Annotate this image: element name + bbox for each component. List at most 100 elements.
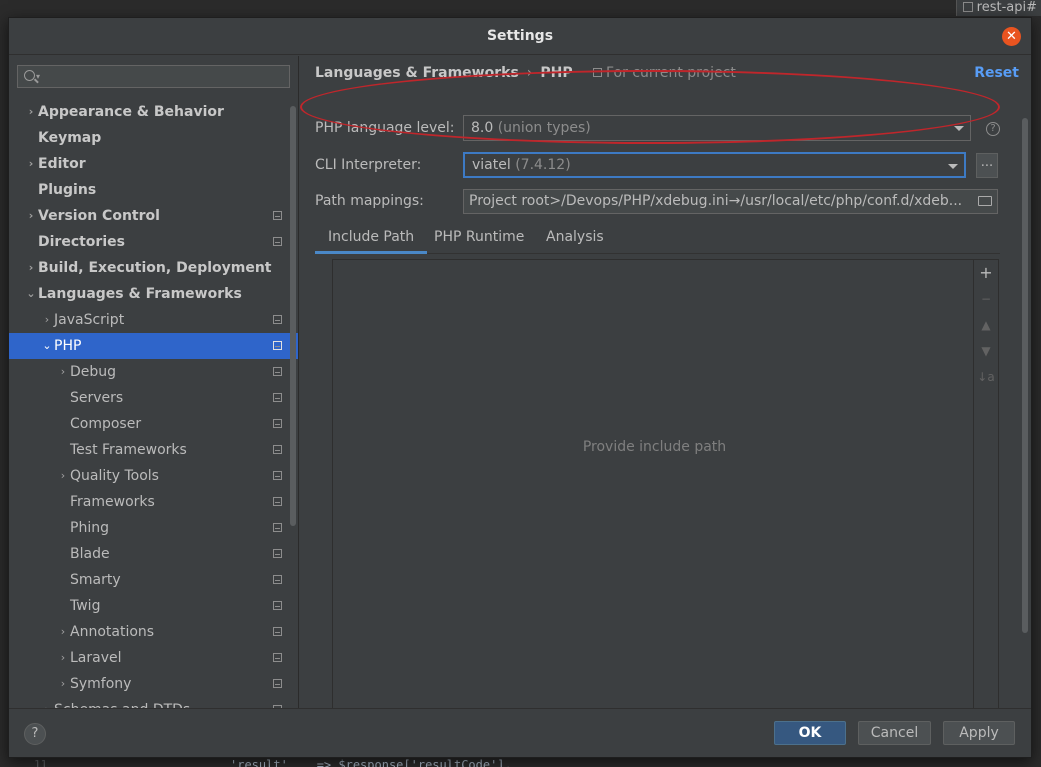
sidebar-item-build-execution-deployment[interactable]: › Build, Execution, Deployment [9, 255, 298, 281]
ok-button[interactable]: OK [774, 721, 846, 745]
chevron-right-icon[interactable]: › [58, 463, 68, 489]
sidebar-item-keymap[interactable]: Keymap [9, 125, 298, 151]
project-scope-icon [273, 419, 282, 428]
project-scope-icon [273, 601, 282, 610]
chevron-right-icon[interactable]: › [26, 203, 36, 229]
settings-tabs: Include Path PHP Runtime Analysis [315, 224, 1000, 254]
settings-sidebar: ▾ › Appearance & Behavior Keymap › Editor Plu… [9, 56, 299, 708]
sidebar-item-label: Smarty [70, 572, 121, 588]
folder-icon[interactable] [978, 196, 992, 206]
sidebar-item-debug[interactable]: › Debug [9, 359, 298, 385]
editor-tab[interactable]: rest-api# [955, 0, 1041, 16]
sidebar-item-languages-frameworks[interactable]: ⌄ Languages & Frameworks [9, 281, 298, 307]
dialog-title: Settings [486, 28, 554, 44]
breadcrumb-item: PHP [540, 65, 573, 81]
help-button[interactable]: ? [24, 723, 46, 745]
scope-note: For current project [593, 65, 736, 81]
sidebar-item-label: Twig [70, 598, 101, 614]
project-scope-icon [273, 523, 282, 532]
sidebar-item-smarty[interactable]: Smarty [9, 567, 298, 593]
sidebar-item-schemas-and-dtds[interactable]: ›Schemas and DTDs [9, 697, 298, 708]
sidebar-item-directories[interactable]: Directories [9, 229, 298, 255]
sidebar-item-label: Build, Execution, Deployment [38, 260, 272, 276]
sidebar-item-php[interactable]: ⌄ PHP [9, 333, 298, 359]
list-toolbar: + − ▲ ▼ ↓a [973, 260, 998, 728]
sidebar-item-label: Editor [38, 156, 86, 172]
cli-interpreter-more-button[interactable]: ... [976, 153, 998, 178]
chevron-down-icon [954, 126, 964, 131]
chevron-right-icon[interactable]: › [58, 671, 68, 697]
sidebar-item-version-control[interactable]: › Version Control [9, 203, 298, 229]
tab-php-runtime[interactable]: PHP Runtime [421, 224, 537, 254]
php-language-level-select[interactable]: 8.0 (union types) [463, 115, 971, 141]
reset-link[interactable]: Reset [974, 65, 1019, 81]
code-line: 'result' => $response['resultCode'], [230, 758, 512, 767]
sidebar-item-label: Laravel [70, 650, 122, 666]
sidebar-item-twig[interactable]: Twig [9, 593, 298, 619]
sidebar-item-quality-tools[interactable]: › Quality Tools [9, 463, 298, 489]
php-language-level-label: PHP language level: [315, 120, 455, 136]
help-icon[interactable]: ? [986, 122, 1000, 136]
sidebar-item-javascript[interactable]: › JavaScript [9, 307, 298, 333]
chevron-right-icon[interactable]: › [26, 151, 36, 177]
path-mappings-field[interactable]: Project root>/Devops/PHP/xdebug.ini→/usr… [463, 189, 998, 214]
close-button[interactable]: ✕ [1002, 27, 1021, 46]
move-down-icon[interactable]: ▼ [974, 340, 998, 362]
sidebar-item-phing[interactable]: Phing [9, 515, 298, 541]
chevron-down-icon[interactable]: ⌄ [42, 333, 52, 359]
sidebar-item-blade[interactable]: Blade [9, 541, 298, 567]
sidebar-item-symfony[interactable]: › Symfony [9, 671, 298, 697]
chevron-right-icon[interactable]: › [26, 255, 36, 281]
content-scrollbar[interactable] [1022, 118, 1028, 633]
sidebar-item-laravel[interactable]: › Laravel [9, 645, 298, 671]
project-scope-icon [273, 341, 282, 350]
sidebar-item-label: Appearance & Behavior [38, 104, 224, 120]
file-icon [962, 2, 973, 12]
chevron-right-icon[interactable]: › [58, 645, 68, 671]
remove-icon[interactable]: − [974, 288, 998, 310]
tab-analysis[interactable]: Analysis [533, 224, 617, 254]
sidebar-scrollbar[interactable] [290, 106, 296, 526]
tab-include-path[interactable]: Include Path [315, 224, 428, 254]
scope-label: For current project [606, 65, 736, 81]
move-up-icon[interactable]: ▲ [974, 314, 998, 336]
project-scope-icon [273, 211, 282, 220]
settings-tree: › Appearance & Behavior Keymap › Editor Plugi… [9, 99, 298, 708]
chevron-right-icon[interactable]: › [42, 307, 52, 333]
chevron-right-icon[interactable]: › [58, 619, 68, 645]
project-scope-icon [273, 393, 282, 402]
project-scope-icon [273, 575, 282, 584]
cancel-button[interactable]: Cancel [858, 721, 931, 745]
dialog-footer: ? OK Cancel Apply [9, 708, 1031, 757]
path-mappings-value: Project root>/Devops/PHP/xdebug.ini→/usr… [469, 193, 963, 209]
sidebar-item-servers[interactable]: Servers [9, 385, 298, 411]
project-scope-icon [273, 237, 282, 246]
search-icon [24, 70, 35, 81]
chevron-right-icon[interactable]: › [42, 697, 52, 708]
sidebar-item-editor[interactable]: › Editor [9, 151, 298, 177]
sidebar-item-plugins[interactable]: Plugins [9, 177, 298, 203]
sidebar-item-label: Languages & Frameworks [38, 286, 242, 302]
sidebar-item-frameworks[interactable]: Frameworks [9, 489, 298, 515]
sidebar-item-annotations[interactable]: › Annotations [9, 619, 298, 645]
chevron-down-icon[interactable]: ⌄ [26, 281, 36, 307]
project-scope-icon [273, 315, 282, 324]
sort-icon[interactable]: ↓a [974, 366, 998, 388]
chevron-right-icon[interactable]: › [26, 99, 36, 125]
apply-button[interactable]: Apply [943, 721, 1015, 745]
chevron-right-icon[interactable]: › [58, 359, 68, 385]
sidebar-item-label: Symfony [70, 676, 132, 692]
php-language-level-value: 8.0 [471, 120, 494, 136]
sidebar-item-test-frameworks[interactable]: Test Frameworks [9, 437, 298, 463]
php-settings-panel: Languages & Frameworks › PHP For current p… [300, 56, 1031, 729]
search-dropdown-icon[interactable]: ▾ [36, 72, 40, 81]
sidebar-item-composer[interactable]: Composer [9, 411, 298, 437]
search-input[interactable]: ▾ [17, 65, 290, 88]
cli-interpreter-label: CLI Interpreter: [315, 157, 422, 173]
add-icon[interactable]: + [974, 262, 998, 284]
breadcrumb-item: Languages & Frameworks [315, 65, 519, 81]
empty-state-text: Provide include path [582, 439, 727, 455]
cli-interpreter-select[interactable]: viatel (7.4.12) [463, 152, 966, 178]
include-path-list[interactable]: Provide include path + − ▲ ▼ ↓a [332, 259, 999, 729]
sidebar-item-appearance-behavior[interactable]: › Appearance & Behavior [9, 99, 298, 125]
